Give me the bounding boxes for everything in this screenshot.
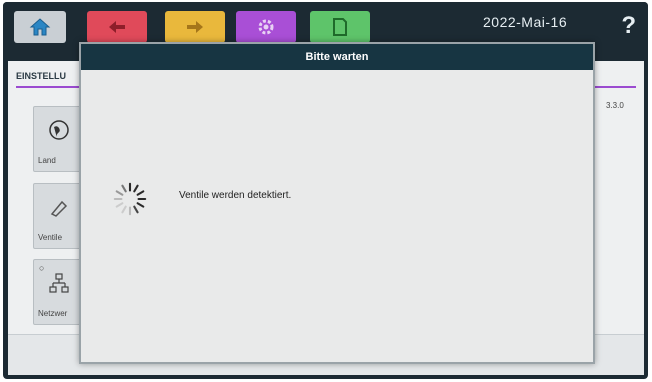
settings-button[interactable] [236,11,296,43]
home-button[interactable] [14,11,66,43]
back-arrow-icon [109,21,125,33]
document-icon [333,18,347,36]
dialog-message: Ventile werden detektiert. [179,190,292,201]
globe-icon [49,120,69,140]
tile-label: Ventile [38,233,63,242]
help-button[interactable]: ? [621,12,636,40]
dialog-title: Bitte warten [81,44,593,70]
wait-dialog: Bitte warten Ventile werden detektiert. [79,42,595,364]
document-button[interactable] [310,11,370,43]
device-screen: 2022-Mai-16 ? EINSTELLU 3.3.0 Land Venti… [3,2,648,379]
date-display: 2022-Mai-16 [483,14,568,30]
network-icon [49,273,69,293]
page-title: EINSTELLU [16,71,67,81]
version-label: 3.3.0 [606,101,624,110]
spinner-icon [113,182,147,216]
forward-arrow-icon [187,21,203,33]
forward-button[interactable] [165,11,225,43]
tile-label: Land [38,156,56,165]
home-icon [29,18,51,36]
tile-label: Netzwer [38,309,68,318]
valve-icon [50,200,68,217]
lock-icon: ○ [39,263,45,273]
back-button[interactable] [87,11,147,43]
gear-icon [258,19,274,35]
